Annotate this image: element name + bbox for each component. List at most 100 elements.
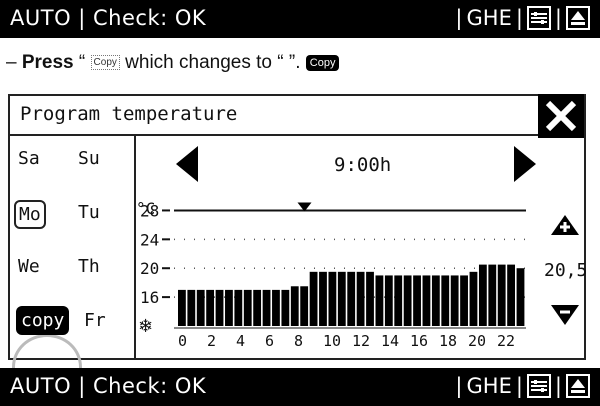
bar xyxy=(460,275,468,326)
bar xyxy=(450,275,459,326)
x-tick-label: 16 xyxy=(410,332,428,350)
instruction-quote: “ xyxy=(78,52,86,73)
status-bar-bottom: AUTO | Check: OK | GHE | | xyxy=(0,368,600,406)
bar xyxy=(328,271,337,326)
bar xyxy=(347,271,356,326)
next-time-arrow[interactable] xyxy=(512,144,538,184)
bar xyxy=(403,275,412,326)
bar xyxy=(384,275,393,326)
bar xyxy=(262,289,271,326)
day-sa[interactable]: Sa xyxy=(18,148,40,169)
bar xyxy=(441,275,450,326)
bar xyxy=(507,264,515,326)
instruction-line: – Press “ Copy which changes to “ ”. Cop… xyxy=(6,52,340,74)
bar xyxy=(422,275,431,326)
status-mode: AUTO | Check: OK xyxy=(10,6,207,30)
x-tick-label: 14 xyxy=(381,332,399,350)
status-right: | GHE | | xyxy=(455,6,590,30)
bar xyxy=(309,271,318,326)
x-tick-label: 22 xyxy=(497,332,515,350)
bar xyxy=(253,289,262,326)
equalizer-icon xyxy=(526,374,551,398)
bar xyxy=(413,275,421,326)
x-tick-label: 4 xyxy=(236,332,245,350)
page-title: Program temperature xyxy=(20,103,238,125)
close-button[interactable] xyxy=(538,94,584,138)
bar xyxy=(234,289,243,326)
prev-time-arrow[interactable] xyxy=(174,144,200,184)
status-tag: GHE xyxy=(466,6,512,30)
bar xyxy=(375,275,384,326)
bar xyxy=(215,289,224,326)
status-mode: AUTO | Check: OK xyxy=(10,374,207,398)
day-selector: Sa Su Mo Tu We Th copy Fr xyxy=(8,136,136,400)
x-tick-label: 8 xyxy=(294,332,303,350)
y-tick-label: 20 xyxy=(140,259,159,278)
bar xyxy=(187,289,196,326)
day-th[interactable]: Th xyxy=(78,256,100,277)
eject-icon xyxy=(566,374,590,398)
day-mo-selected[interactable]: Mo xyxy=(14,200,46,229)
status-right: | GHE | | xyxy=(455,374,590,398)
time-label: 9:00h xyxy=(334,154,392,176)
frost-icon: ❄ xyxy=(138,316,153,337)
copy-button[interactable]: copy xyxy=(16,306,70,335)
status-separator: | xyxy=(515,6,523,30)
y-tick-label: 16 xyxy=(140,288,159,307)
equalizer-icon xyxy=(526,6,551,30)
temperature-chart: °C28242016❄0 2 4 6 8 10 12 14 16 18 20 22 xyxy=(136,199,526,350)
status-tag: GHE xyxy=(466,374,512,398)
bar xyxy=(281,289,290,326)
status-separator: | xyxy=(554,374,562,398)
bar xyxy=(225,289,233,326)
bar xyxy=(272,289,280,326)
bar xyxy=(290,286,299,326)
copy-badge-icon: Copy xyxy=(305,54,340,71)
bar xyxy=(196,289,205,326)
bar xyxy=(488,264,497,326)
x-tick-label: 10 xyxy=(323,332,341,350)
bar xyxy=(300,286,309,326)
bar xyxy=(516,268,525,326)
bar xyxy=(243,289,252,326)
bar xyxy=(178,289,186,326)
bar xyxy=(394,275,403,326)
eject-icon xyxy=(566,6,590,30)
y-tick-label: 24 xyxy=(140,230,159,249)
status-separator: | xyxy=(515,374,523,398)
instruction-text: which changes to “ ”. xyxy=(125,52,301,73)
status-separator: | xyxy=(554,6,562,30)
status-separator: | xyxy=(455,6,463,30)
bar xyxy=(478,264,487,326)
x-tick-label: 2 xyxy=(207,332,216,350)
increase-temp-button[interactable] xyxy=(550,214,580,236)
day-fr[interactable]: Fr xyxy=(84,310,106,331)
day-tu[interactable]: Tu xyxy=(78,202,100,223)
bar xyxy=(497,264,506,326)
copy-ghost-icon: Copy xyxy=(90,55,120,71)
bar xyxy=(431,275,440,326)
chart-panel: 9:00h °C 28 24 20 16 ❄ 0 2 4 6 8 10 12 14 16 18 20 22 20,… xyxy=(134,136,588,360)
instruction-verb: Press xyxy=(21,52,74,73)
status-bar-top: AUTO | Check: OK | GHE | | xyxy=(0,0,600,38)
x-tick-label: 6 xyxy=(265,332,274,350)
day-su[interactable]: Su xyxy=(78,148,100,169)
bar xyxy=(206,289,215,326)
title-bar: Program temperature xyxy=(8,94,586,138)
bar xyxy=(319,271,327,326)
setpoint-label: 20,5 xyxy=(544,260,588,281)
y-tick-label: 28 xyxy=(140,201,159,220)
x-tick-label: 12 xyxy=(352,332,370,350)
bar xyxy=(356,271,365,326)
bar xyxy=(469,271,478,326)
device-screen: Program temperature Sa Su Mo Tu We Th co… xyxy=(4,86,594,400)
status-separator: | xyxy=(455,374,463,398)
decrease-temp-button[interactable] xyxy=(550,304,580,326)
bar xyxy=(337,271,346,326)
x-tick-label: 18 xyxy=(439,332,457,350)
x-tick-label: 20 xyxy=(468,332,486,350)
day-we[interactable]: We xyxy=(18,256,40,277)
close-icon xyxy=(545,100,577,132)
x-tick-label: 0 xyxy=(178,332,187,350)
bar xyxy=(366,271,374,326)
